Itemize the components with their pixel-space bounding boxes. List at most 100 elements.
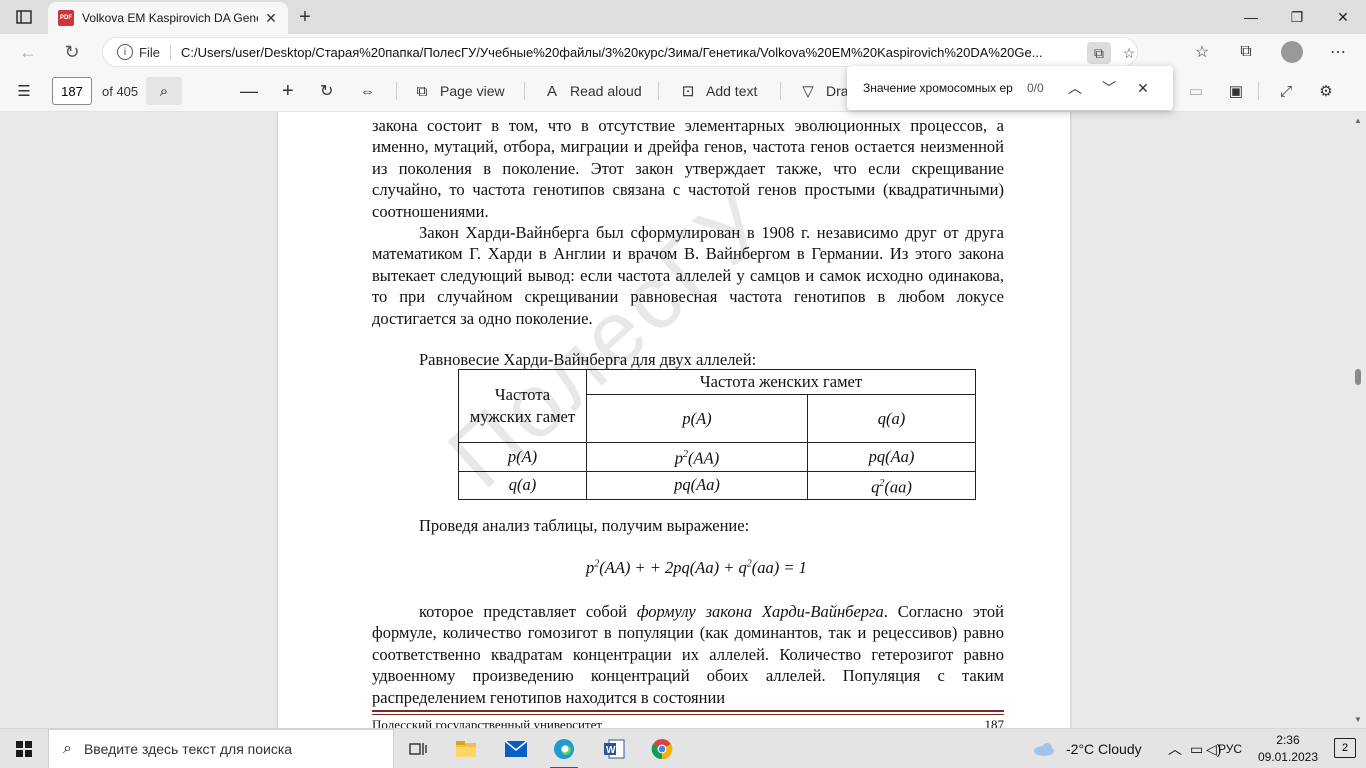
zoom-in-icon[interactable]: + <box>282 78 294 104</box>
page-view-icon: ⧉ <box>416 82 428 100</box>
fullscreen-icon[interactable]: ⤢ <box>1276 78 1304 104</box>
read-aloud-button[interactable]: A Read aloud <box>542 78 642 104</box>
new-tab-button[interactable]: + <box>292 5 318 29</box>
toolbar-divider <box>524 82 525 100</box>
toolbar-divider <box>1258 82 1259 100</box>
more-menu-icon[interactable]: ⋯ <box>1323 38 1353 66</box>
scrollbar-thumb[interactable] <box>1355 369 1361 385</box>
page-view-button[interactable]: ⧉ Page view <box>412 78 505 104</box>
read-aloud-label: Read aloud <box>570 83 642 99</box>
contents-icon[interactable]: ☰ <box>14 78 42 104</box>
scroll-up-icon[interactable]: ▲ <box>1354 116 1362 125</box>
edge-icon[interactable] <box>540 729 588 768</box>
zoom-out-icon[interactable]: — <box>240 78 258 104</box>
back-icon[interactable]: ← <box>14 38 42 66</box>
tab-strip: PDF Volkova EM Kaspirovich DA Gene ✕ + —… <box>0 0 1366 34</box>
info-icon[interactable]: i <box>117 44 133 60</box>
language-indicator[interactable]: РУС <box>1218 729 1242 768</box>
table-corner-header: Частота мужских гамет <box>458 369 587 443</box>
table-row-label: p(A) <box>458 442 587 472</box>
table-column-header: p(A) <box>586 394 808 443</box>
table-row: q(a) pq(Aa) q2(aa) <box>458 470 976 500</box>
save-as-icon[interactable]: ▣ <box>1226 78 1254 104</box>
settings-icon[interactable]: ⚙ <box>1316 78 1344 104</box>
close-tab-icon[interactable]: ✕ <box>262 9 280 27</box>
analysis-text: Проведя анализ таблицы, получим выражени… <box>419 516 750 535</box>
scrollbar[interactable]: ▲ ▼ <box>1350 112 1366 728</box>
table-caption: Равновесие Харди-Вайнберга для двух алле… <box>419 350 757 369</box>
start-button[interactable] <box>0 729 48 768</box>
refresh-icon[interactable]: ↻ <box>58 38 86 66</box>
toolbar-divider <box>396 82 397 100</box>
avatar <box>1281 41 1303 63</box>
toolbar-divider <box>780 82 781 100</box>
svg-text:W: W <box>606 745 616 756</box>
notifications-icon[interactable]: 2 <box>1334 738 1356 758</box>
toolbar-divider <box>658 82 659 100</box>
draw-icon: ▽ <box>802 83 814 100</box>
close-find-icon[interactable]: ✕ <box>1127 72 1159 104</box>
profile-icon[interactable] <box>1277 38 1307 66</box>
paragraph: Закон Харди-Вайнберга был сформулирован … <box>372 223 1004 328</box>
table-column-header: q(a) <box>807 394 976 443</box>
read-aloud-page-icon[interactable]: ⧉ <box>1087 42 1111 64</box>
minimize-icon[interactable]: — <box>1228 0 1274 34</box>
url-scheme: File <box>139 44 171 60</box>
draw-button[interactable]: ▽ Dra <box>798 78 849 104</box>
table-row: p(A) p2(AA) pq(Aa) <box>458 442 976 472</box>
word-icon[interactable]: W <box>590 729 638 768</box>
draw-label: Dra <box>826 83 849 99</box>
search-icon: ⌕ <box>63 740 72 757</box>
task-view-icon[interactable] <box>394 729 442 768</box>
pdf-favicon-icon: PDF <box>58 10 74 26</box>
add-text-button[interactable]: ⊡ Add text <box>678 78 758 104</box>
show-hidden-icons[interactable]: ︿ <box>1168 729 1182 768</box>
url-path: C:/Users/user/Desktop/Старая%20папка/Пол… <box>180 44 1043 60</box>
add-text-icon: ⊡ <box>681 83 695 100</box>
close-window-icon[interactable]: ✕ <box>1320 0 1366 34</box>
pdf-viewer[interactable]: закона состоит в том, что в отсутствие э… <box>0 112 1366 728</box>
window-controls: — ❐ ✕ <box>1228 0 1366 34</box>
add-favorite-icon[interactable]: ☆ <box>1117 42 1141 64</box>
table-cell: p2(AA) <box>586 442 808 472</box>
footer-rule <box>372 710 1004 712</box>
restore-icon[interactable]: ❐ <box>1274 0 1320 34</box>
find-count: 0/0 <box>1027 81 1044 95</box>
favorites-icon[interactable]: ☆ <box>1187 38 1217 66</box>
page-view-label: Page view <box>440 83 505 99</box>
mail-icon[interactable] <box>492 729 540 768</box>
taskbar-search[interactable]: ⌕ Введите здесь текст для поиска <box>48 729 394 768</box>
clock-date: 09.01.2023 <box>1257 750 1318 764</box>
file-explorer-icon[interactable] <box>442 729 490 768</box>
find-icon[interactable]: ⌕ <box>146 77 182 105</box>
table-cell: pq(Aa) <box>807 442 976 472</box>
footer-university: Полесский государственный университет <box>372 717 603 728</box>
find-input[interactable]: Значение хромосомных ер <box>863 81 1013 95</box>
rotate-icon[interactable]: ↻ <box>320 78 333 104</box>
hardy-weinberg-table: Частота мужских гамет Частота женских га… <box>458 369 976 500</box>
page-number-input[interactable]: 187 <box>52 77 92 105</box>
clock[interactable]: 2:36 09.01.2023 <box>1258 732 1318 766</box>
fit-page-icon[interactable]: ⇔ <box>360 78 375 104</box>
chrome-icon[interactable] <box>638 729 686 768</box>
table-cell: pq(Aa) <box>586 470 808 500</box>
taskbar: ⌕ Введите здесь текст для поиска W -2°C … <box>0 728 1366 768</box>
browser-tab[interactable]: PDF Volkova EM Kaspirovich DA Gene ✕ <box>48 2 288 34</box>
collections-icon[interactable]: ⧉ <box>1231 38 1261 66</box>
address-bar[interactable]: i File C:/Users/user/Desktop/Старая%20па… <box>102 37 1138 67</box>
tab-title: Volkova EM Kaspirovich DA Gene <box>82 11 258 25</box>
find-previous-icon[interactable]: ︿ <box>1059 72 1091 104</box>
save-icon[interactable]: ▭ <box>1186 78 1214 104</box>
scroll-down-icon[interactable]: ▼ <box>1354 715 1362 724</box>
clock-time: 2:36 <box>1276 733 1300 747</box>
weather-widget[interactable]: -2°C Cloudy <box>1032 729 1142 768</box>
windows-logo-icon <box>16 741 32 757</box>
paragraph: закона состоит в том, что в отсутствие э… <box>372 116 1004 221</box>
female-gametes-header: Частота женских гамет <box>586 369 976 395</box>
table-cell: q2(aa) <box>807 470 976 500</box>
find-popup: Значение хромосомных ер 0/0 ︿ ﹀ ✕ <box>847 66 1173 110</box>
weather-text: -2°C Cloudy <box>1066 741 1142 757</box>
tab-actions-icon[interactable] <box>8 5 40 29</box>
network-icon[interactable]: ▭ <box>1190 729 1203 768</box>
find-next-icon[interactable]: ﹀ <box>1093 72 1125 104</box>
